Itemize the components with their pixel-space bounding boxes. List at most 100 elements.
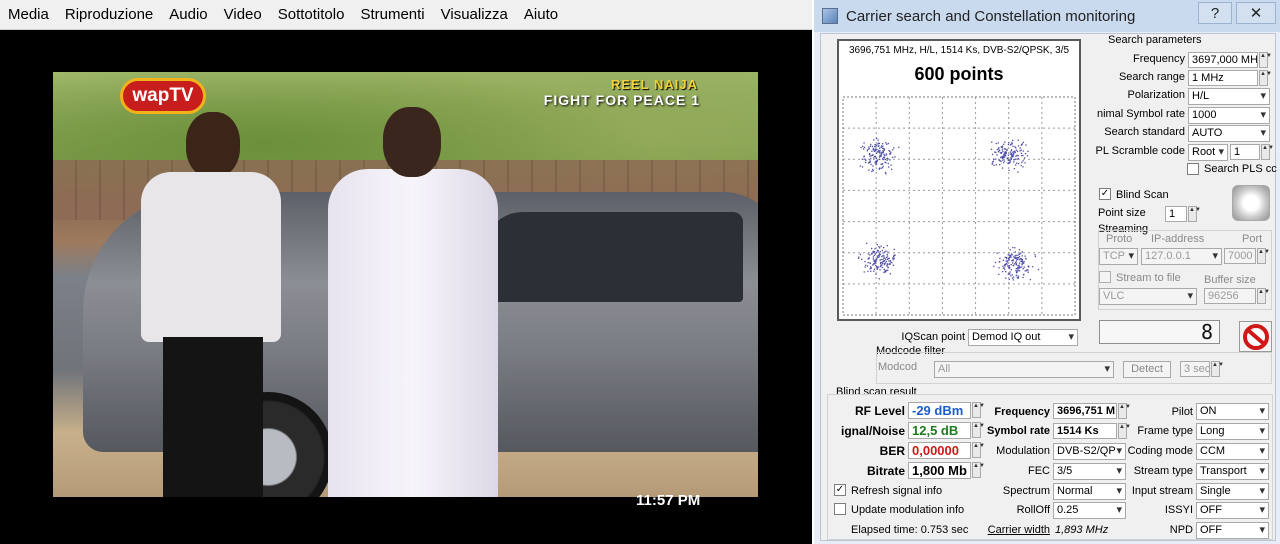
constellation-point xyxy=(1029,279,1031,281)
constellation-point xyxy=(1018,264,1020,266)
detect-button[interactable]: Detect xyxy=(1123,361,1171,378)
constellation-point xyxy=(1001,167,1004,169)
coding-mode-select[interactable]: CCM xyxy=(1196,443,1269,460)
carrier-width-label: Carrier width xyxy=(987,524,1050,536)
port-spinner[interactable]: ▲▼ xyxy=(1257,248,1270,264)
constellation-point xyxy=(873,260,875,262)
player-select[interactable]: VLC xyxy=(1099,288,1197,305)
menu-tools[interactable]: Strumenti xyxy=(358,4,426,25)
rolloff-select[interactable]: 0.25 xyxy=(1053,502,1126,519)
blind-scan-checkbox[interactable]: ✓ xyxy=(1099,188,1111,200)
frequency-spinner[interactable]: ▲▼ xyxy=(1259,52,1272,68)
pl-scramble-mode-select[interactable]: Root xyxy=(1188,144,1228,161)
stop-button[interactable] xyxy=(1239,321,1272,352)
constellation-point xyxy=(1017,275,1019,277)
constellation-point xyxy=(1006,261,1008,263)
frame-type-select[interactable]: Long xyxy=(1196,423,1269,440)
menu-audio[interactable]: Audio xyxy=(167,4,209,25)
constellation-point xyxy=(1020,164,1022,167)
constellation-point xyxy=(866,265,869,267)
stream-to-file-checkbox[interactable] xyxy=(1099,271,1111,283)
search-range-input[interactable]: 1 MHz xyxy=(1188,70,1258,86)
symbol-rate-select[interactable]: 1000 xyxy=(1188,107,1270,124)
constellation-point xyxy=(1011,274,1013,276)
constellation-point xyxy=(1016,267,1019,269)
pl-scramble-input[interactable]: 1 xyxy=(1230,144,1260,160)
menu-subtitle[interactable]: Sottotitolo xyxy=(276,4,347,25)
person-right-head xyxy=(383,107,441,177)
fec-select[interactable]: 3/5 xyxy=(1053,463,1126,480)
constellation-point xyxy=(883,268,885,270)
proto-select[interactable]: TCP xyxy=(1099,248,1138,265)
rolloff-label: RollOff xyxy=(1016,504,1050,516)
signal-noise-value: 12,5 dB xyxy=(908,422,971,439)
constellation-point xyxy=(887,269,889,271)
menu-view[interactable]: Visualizza xyxy=(439,4,510,25)
signal-noise-spinner[interactable]: ▲▼ xyxy=(972,422,985,438)
constellation-point xyxy=(1009,271,1011,273)
constellation-point xyxy=(998,148,1000,150)
constellation-point xyxy=(1018,262,1021,264)
constellation-point xyxy=(1022,154,1024,157)
constellation-point xyxy=(876,244,878,246)
search-pls-checkbox[interactable] xyxy=(1187,163,1199,175)
rf-level-spinner[interactable]: ▲▼ xyxy=(972,402,985,418)
search-range-spinner[interactable]: ▲▼ xyxy=(1259,70,1272,86)
modulation-select[interactable]: DVB-S2/QP xyxy=(1053,443,1126,460)
stream-type-label: Stream type xyxy=(1133,465,1193,477)
ber-spinner[interactable]: ▲▼ xyxy=(972,442,985,458)
constellation-point xyxy=(889,273,892,275)
constellation-point xyxy=(1001,147,1003,149)
constellation-point xyxy=(1017,157,1019,160)
issyi-select[interactable]: OFF xyxy=(1196,502,1269,519)
constellation-point xyxy=(877,139,879,141)
spectrum-select[interactable]: Normal xyxy=(1053,483,1126,500)
port-input[interactable]: 7000 xyxy=(1224,248,1256,264)
menu-media[interactable]: Media xyxy=(6,4,51,25)
video-frame[interactable]: wapTV REEL NAIJA FIGHT FOR PEACE 1 xyxy=(53,72,758,497)
stream-type-select[interactable]: Transport xyxy=(1196,463,1269,480)
menu-video[interactable]: Video xyxy=(222,4,264,25)
constellation-point xyxy=(887,142,889,145)
npd-select[interactable]: OFF xyxy=(1196,522,1269,539)
update-modulation-checkbox[interactable] xyxy=(834,503,846,515)
buffer-size-input[interactable]: 96256 xyxy=(1204,288,1256,304)
constellation-point xyxy=(864,161,867,163)
modcode-select[interactable]: All xyxy=(934,361,1114,378)
iqscan-select[interactable]: Demod IQ out xyxy=(968,329,1078,346)
search-standard-select[interactable]: AUTO xyxy=(1188,125,1270,142)
detect-time-spinner[interactable]: ▲▼ xyxy=(1211,361,1224,377)
buffer-size-spinner[interactable]: ▲▼ xyxy=(1257,288,1270,304)
detect-time-input[interactable]: 3 sec xyxy=(1180,361,1210,377)
stop-icon xyxy=(1242,323,1269,350)
constellation-point xyxy=(867,253,870,255)
menu-help[interactable]: Aiuto xyxy=(522,4,560,25)
close-button[interactable]: ✕ xyxy=(1236,2,1276,24)
satellite-dish-icon[interactable] xyxy=(1232,185,1270,221)
help-button[interactable]: ? xyxy=(1198,2,1232,24)
constellation-point xyxy=(1014,251,1016,253)
constellation-point xyxy=(890,151,892,154)
pl-scramble-spinner[interactable]: ▲▼ xyxy=(1261,144,1274,160)
polarization-select[interactable]: H/L xyxy=(1188,88,1270,105)
constellation-point xyxy=(883,255,885,257)
constellation-point xyxy=(1027,271,1029,273)
constellation-point xyxy=(885,260,888,263)
constellation-point xyxy=(872,154,874,157)
constellation-point xyxy=(888,166,890,168)
frequency-input[interactable]: 3697,000 MHz xyxy=(1188,52,1258,68)
point-size-spinner[interactable]: ▲▼ xyxy=(1188,206,1201,222)
menu-playback[interactable]: Riproduzione xyxy=(63,4,155,25)
pilot-select[interactable]: ON xyxy=(1196,403,1269,420)
ip-select[interactable]: 127.0.0.1 xyxy=(1141,248,1222,265)
constellation-point xyxy=(1004,264,1006,266)
constellation-point xyxy=(1005,155,1007,157)
rf-level-label: RF Level xyxy=(854,404,905,418)
constellation-point xyxy=(1023,260,1025,263)
bitrate-spinner[interactable]: ▲▼ xyxy=(972,462,985,478)
point-size-input[interactable]: 1 xyxy=(1165,206,1187,222)
constellation-point xyxy=(881,266,884,269)
input-stream-select[interactable]: Single xyxy=(1196,483,1269,500)
window-titlebar[interactable]: Carrier search and Constellation monitor… xyxy=(814,0,1280,32)
refresh-signal-checkbox[interactable]: ✓ xyxy=(834,484,846,496)
